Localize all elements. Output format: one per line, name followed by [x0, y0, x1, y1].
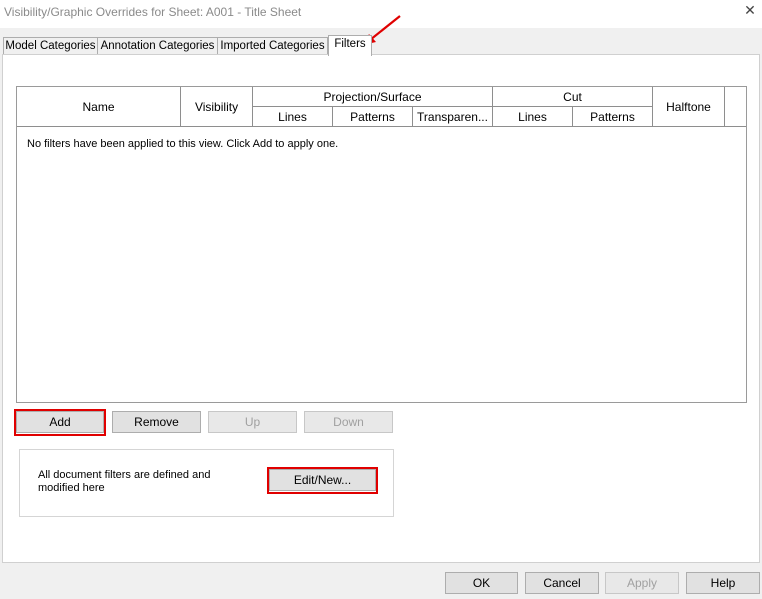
- apply-button[interactable]: Apply: [605, 572, 679, 594]
- column-header-projection-patterns[interactable]: Patterns: [333, 107, 413, 127]
- column-header-cut-lines[interactable]: Lines: [493, 107, 573, 127]
- column-group-cut: Cut: [493, 87, 653, 107]
- add-button[interactable]: Add: [16, 411, 104, 433]
- tab-filters[interactable]: Filters: [328, 35, 372, 56]
- document-filters-description: All document filters are defined and mod…: [38, 469, 211, 494]
- up-button[interactable]: Up: [208, 411, 297, 433]
- edit-new-button[interactable]: Edit/New...: [269, 469, 376, 491]
- window-title: Visibility/Graphic Overrides for Sheet: …: [4, 5, 302, 19]
- column-header-visibility[interactable]: Visibility: [181, 87, 253, 127]
- column-header-projection-transparency[interactable]: Transparen...: [413, 107, 493, 127]
- remove-button[interactable]: Remove: [112, 411, 201, 433]
- filters-grid: Name Visibility Projection/Surface Cut H…: [16, 86, 747, 403]
- column-header-cut-patterns[interactable]: Patterns: [573, 107, 653, 127]
- column-header-projection-lines[interactable]: Lines: [253, 107, 333, 127]
- tab-annotation-categories[interactable]: Annotation Categories: [97, 37, 218, 55]
- column-group-projection-surface: Projection/Surface: [253, 87, 493, 107]
- column-header-name[interactable]: Name: [17, 87, 181, 127]
- column-header-blank: [725, 87, 746, 127]
- close-icon[interactable]: ✕: [742, 2, 758, 18]
- down-button[interactable]: Down: [304, 411, 393, 433]
- cancel-button[interactable]: Cancel: [525, 572, 599, 594]
- ok-button[interactable]: OK: [445, 572, 518, 594]
- empty-grid-message: No filters have been applied to this vie…: [27, 138, 339, 150]
- column-header-halftone[interactable]: Halftone: [653, 87, 725, 127]
- tab-model-categories[interactable]: Model Categories: [3, 37, 98, 55]
- tab-imported-categories[interactable]: Imported Categories: [217, 37, 328, 55]
- help-button[interactable]: Help: [686, 572, 760, 594]
